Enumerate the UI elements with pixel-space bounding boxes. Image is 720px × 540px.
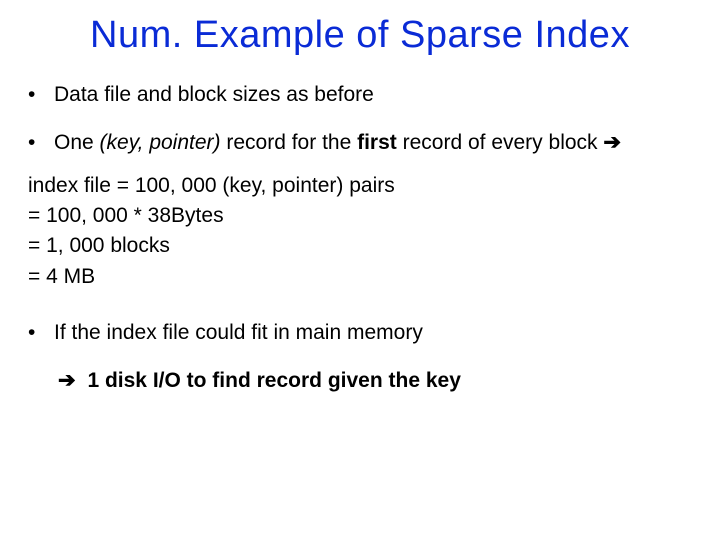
bullet-1: Data file and block sizes as before xyxy=(28,81,692,109)
text-fragment: record for the xyxy=(221,131,358,154)
bullet-2-text: One (key, pointer) record for the first … xyxy=(54,129,621,157)
bullet-3: If the index file could fit in main memo… xyxy=(28,319,692,347)
calc-line-index: index file = 100, 000 (key, pointer) pai… xyxy=(28,172,692,200)
calc-line-blocks: = 1, 000 blocks xyxy=(28,232,692,260)
text-fragment: One xyxy=(54,131,100,154)
slide: Num. Example of Sparse Index Data file a… xyxy=(0,0,720,540)
slide-title: Num. Example of Sparse Index xyxy=(28,14,692,57)
conclusion-text: 1 disk I/O to find record given the key xyxy=(82,369,461,392)
arrow-right-icon: ➔ xyxy=(603,131,621,154)
bullet-dot-icon xyxy=(28,81,54,109)
bullet-3-text: If the index file could fit in main memo… xyxy=(54,319,423,347)
bullet-2: One (key, pointer) record for the first … xyxy=(28,129,692,157)
arrow-right-icon: ➔ xyxy=(58,369,76,392)
text-fragment: record of every block xyxy=(397,131,604,154)
calc-line-mb: = 4 MB xyxy=(28,263,692,291)
bullet-dot-icon xyxy=(28,129,54,157)
conclusion: ➔ 1 disk I/O to find record given the ke… xyxy=(58,367,692,395)
bullet-1-text: Data file and block sizes as before xyxy=(54,81,374,109)
text-italic: (key, pointer) xyxy=(100,131,221,154)
text-bold: first xyxy=(357,131,397,154)
bullet-dot-icon xyxy=(28,319,54,347)
calc-line-bytes: = 100, 000 * 38Bytes xyxy=(28,202,692,230)
slide-body: Data file and block sizes as before One … xyxy=(28,81,692,396)
